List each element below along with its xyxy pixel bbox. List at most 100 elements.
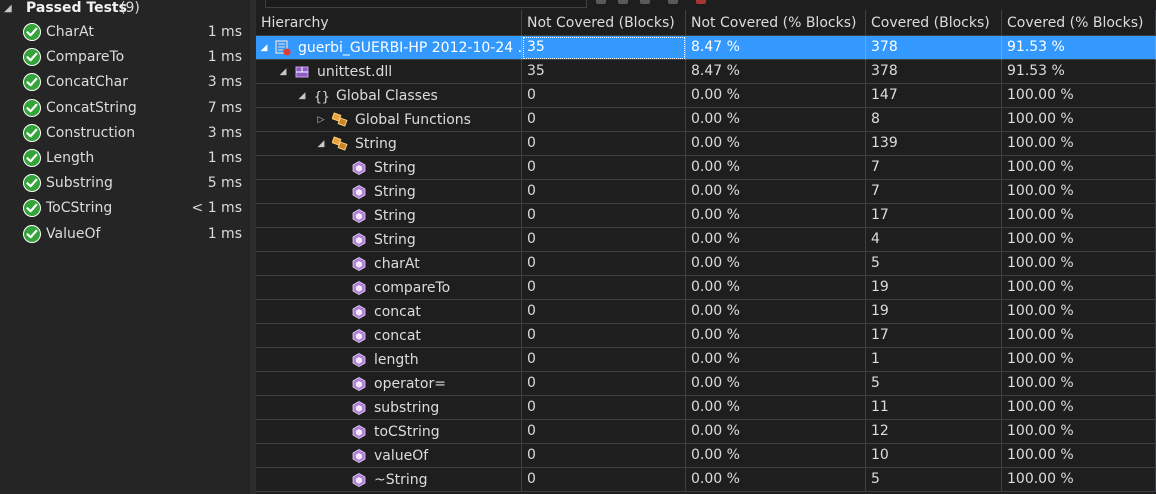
- covered-blocks-cell: 12: [866, 420, 1002, 444]
- toolbar-button-icon[interactable]: [596, 0, 606, 4]
- covered-blocks-cell: 19: [866, 276, 1002, 300]
- table-row[interactable]: String 0 0.00 % 4 100.00 %: [256, 228, 1156, 252]
- table-row[interactable]: compareTo 0 0.00 % 19 100.00 %: [256, 276, 1156, 300]
- hierarchy-cell[interactable]: ◢ guerbi_GUERBI-HP 2012-10-24 ...: [256, 36, 522, 60]
- table-row[interactable]: length 0 0.00 % 1 100.00 %: [256, 348, 1156, 372]
- table-row[interactable]: String 0 0.00 % 7 100.00 %: [256, 180, 1156, 204]
- covered-percent-cell: 100.00 %: [1002, 204, 1156, 228]
- column-header-hierarchy[interactable]: Hierarchy: [256, 10, 522, 36]
- table-row[interactable]: substring 0 0.00 % 11 100.00 %: [256, 396, 1156, 420]
- passed-tests-count: (9): [120, 0, 140, 16]
- hierarchy-cell[interactable]: String: [256, 156, 522, 180]
- table-row[interactable]: ◢ {} Global Classes 0 0.00 % 147 100.00 %: [256, 84, 1156, 108]
- table-row[interactable]: concat 0 0.00 % 19 100.00 %: [256, 300, 1156, 324]
- column-header-not-covered-percent[interactable]: Not Covered (% Blocks): [686, 10, 866, 36]
- table-row[interactable]: toCString 0 0.00 % 12 100.00 %: [256, 420, 1156, 444]
- hierarchy-cell[interactable]: ▷ Global Functions: [256, 108, 522, 132]
- table-row[interactable]: valueOf 0 0.00 % 10 100.00 %: [256, 444, 1156, 468]
- not-covered-percent-cell: 0.00 %: [686, 180, 866, 204]
- hierarchy-cell[interactable]: ~String: [256, 468, 522, 492]
- hierarchy-cell[interactable]: ◢ String: [256, 132, 522, 156]
- test-duration: 1 ms: [207, 24, 242, 40]
- test-item[interactable]: CharAt 1 ms: [0, 20, 250, 45]
- hierarchy-cell[interactable]: valueOf: [256, 444, 522, 468]
- hierarchy-cell[interactable]: concat: [256, 300, 522, 324]
- test-item[interactable]: CompareTo 1 ms: [0, 45, 250, 70]
- table-row[interactable]: ◢ String 0 0.00 % 139 100.00 %: [256, 132, 1156, 156]
- expanded-arrow-icon[interactable]: ◢: [278, 61, 288, 84]
- hierarchy-cell[interactable]: String: [256, 180, 522, 204]
- class-icon: [331, 112, 348, 128]
- test-explorer-panel: ◢ Passed Tests (9) CharAt 1 ms CompareTo 1 …: [0, 0, 250, 494]
- table-row[interactable]: ◢ guerbi_GUERBI-HP 2012-10-24 ... 35 8.47 %…: [256, 36, 1156, 60]
- toolbar-button-icon[interactable]: [618, 0, 628, 4]
- covered-percent-cell: 91.53 %: [1002, 36, 1156, 60]
- class-icon: [331, 136, 348, 152]
- column-header-covered-percent[interactable]: Covered (% Blocks): [1002, 10, 1156, 36]
- hierarchy-cell[interactable]: String: [256, 228, 522, 252]
- expanded-arrow-icon[interactable]: ◢: [259, 37, 269, 60]
- not-covered-blocks-cell: 0: [522, 204, 686, 228]
- collapsed-arrow-icon[interactable]: ▷: [316, 109, 326, 132]
- hierarchy-cell[interactable]: concat: [256, 324, 522, 348]
- test-item[interactable]: Length 1 ms: [0, 146, 250, 171]
- collapse-triangle-icon[interactable]: ◢: [4, 2, 14, 16]
- test-item[interactable]: ValueOf 1 ms: [0, 222, 250, 247]
- toolbar-button-icon[interactable]: [668, 0, 678, 4]
- test-item[interactable]: Substring 5 ms: [0, 171, 250, 196]
- hierarchy-cell[interactable]: charAt: [256, 252, 522, 276]
- hierarchy-cell[interactable]: operator=: [256, 372, 522, 396]
- hierarchy-label: guerbi_GUERBI-HP 2012-10-24 ...: [298, 40, 522, 56]
- covered-percent-cell: 100.00 %: [1002, 324, 1156, 348]
- passed-tests-title: Passed Tests: [26, 0, 127, 16]
- test-name: CharAt: [46, 24, 94, 40]
- svg-text:{}: {}: [314, 90, 329, 104]
- hierarchy-label: toCString: [374, 424, 440, 440]
- covered-blocks-cell: 5: [866, 468, 1002, 492]
- hierarchy-cell[interactable]: length: [256, 348, 522, 372]
- expanded-arrow-icon[interactable]: ◢: [297, 85, 307, 108]
- column-header-covered-blocks[interactable]: Covered (Blocks): [866, 10, 1002, 36]
- table-row[interactable]: ◢ unittest.dll 35 8.47 % 378 91.53 %: [256, 60, 1156, 84]
- test-item[interactable]: Construction 3 ms: [0, 121, 250, 146]
- hierarchy-cell[interactable]: compareTo: [256, 276, 522, 300]
- method-icon: [351, 304, 367, 320]
- not-covered-percent-cell: 0.00 %: [686, 420, 866, 444]
- hierarchy-label: unittest.dll: [317, 64, 393, 80]
- table-row[interactable]: String 0 0.00 % 17 100.00 %: [256, 204, 1156, 228]
- hierarchy-label: charAt: [374, 256, 420, 272]
- not-covered-blocks-cell: 0: [522, 228, 686, 252]
- hierarchy-cell[interactable]: toCString: [256, 420, 522, 444]
- table-row[interactable]: ▷ Global Functions 0 0.00 % 8 100.00 %: [256, 108, 1156, 132]
- hierarchy-cell[interactable]: String: [256, 204, 522, 228]
- table-row[interactable]: String 0 0.00 % 7 100.00 %: [256, 156, 1156, 180]
- covered-percent-cell: 100.00 %: [1002, 108, 1156, 132]
- remove-result-icon[interactable]: [696, 0, 706, 4]
- table-row[interactable]: concat 0 0.00 % 17 100.00 %: [256, 324, 1156, 348]
- code-coverage-panel: Hierarchy Not Covered (Blocks) Not Cover…: [256, 0, 1156, 494]
- covered-percent-cell: 100.00 %: [1002, 228, 1156, 252]
- table-row[interactable]: ~String 0 0.00 % 5 100.00 %: [256, 468, 1156, 492]
- not-covered-blocks-cell: 0: [522, 276, 686, 300]
- passed-tests-group-header[interactable]: ◢ Passed Tests (9): [0, 0, 250, 18]
- method-icon: [351, 424, 367, 440]
- column-header-not-covered-blocks[interactable]: Not Covered (Blocks): [522, 10, 686, 36]
- coverage-results-dropdown[interactable]: [265, 0, 587, 8]
- not-covered-blocks-cell: 0: [522, 420, 686, 444]
- test-item[interactable]: ToCString < 1 ms: [0, 196, 250, 221]
- toolbar-button-icon[interactable]: [640, 0, 650, 4]
- test-name: Substring: [46, 175, 113, 192]
- test-name: Construction: [46, 124, 136, 141]
- covered-percent-cell: 100.00 %: [1002, 84, 1156, 108]
- hierarchy-cell[interactable]: ◢ unittest.dll: [256, 60, 522, 84]
- hierarchy-cell[interactable]: substring: [256, 396, 522, 420]
- table-row[interactable]: operator= 0 0.00 % 5 100.00 %: [256, 372, 1156, 396]
- test-item[interactable]: ConcatString 7 ms: [0, 96, 250, 121]
- hierarchy-label: concat: [374, 304, 421, 320]
- covered-percent-cell: 100.00 %: [1002, 372, 1156, 396]
- hierarchy-label: String: [374, 160, 416, 176]
- expanded-arrow-icon[interactable]: ◢: [316, 133, 326, 156]
- hierarchy-cell[interactable]: ◢ {} Global Classes: [256, 84, 522, 108]
- table-row[interactable]: charAt 0 0.00 % 5 100.00 %: [256, 252, 1156, 276]
- test-item[interactable]: ConcatChar 3 ms: [0, 70, 250, 95]
